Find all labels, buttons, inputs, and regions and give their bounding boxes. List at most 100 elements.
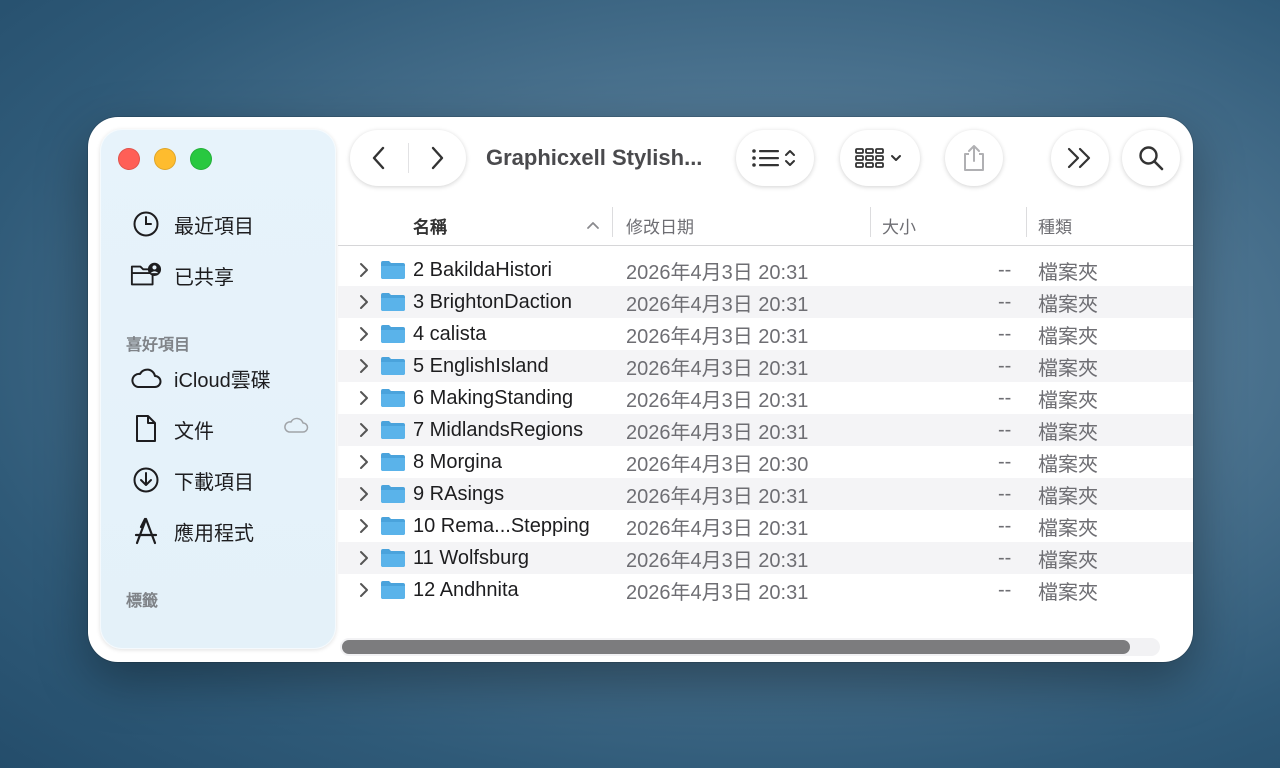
- shared-folder-icon: [130, 259, 162, 291]
- sort-ascending-icon: [587, 222, 599, 229]
- clock-icon: [130, 208, 162, 240]
- folder-icon: [380, 484, 406, 509]
- table-row[interactable]: 11 Wolfsburg 2026年4月3日 20:31 -- 檔案夾: [338, 542, 1193, 574]
- table-row[interactable]: 7 MidlandsRegions 2026年4月3日 20:31 -- 檔案夾: [338, 414, 1193, 446]
- share-icon: [964, 145, 984, 171]
- file-size: --: [998, 450, 1012, 473]
- document-icon: [130, 413, 162, 445]
- chevron-double-right-icon: [1067, 147, 1091, 169]
- cloud-icon: [130, 362, 162, 394]
- close-button[interactable]: [118, 148, 140, 170]
- file-size: --: [998, 354, 1012, 377]
- chevron-right-icon: [432, 146, 444, 170]
- file-size: --: [998, 482, 1012, 505]
- sidebar: 最近項目 已共享 喜好項目 iCloud雲碟 文件 下載項目 應用程式 標籤: [100, 129, 336, 649]
- sidebar-item-applications[interactable]: 應用程式: [130, 514, 254, 548]
- file-size: --: [998, 546, 1012, 569]
- file-name: 3 BrightonDaction: [413, 290, 572, 313]
- file-size: --: [998, 322, 1012, 345]
- file-kind: 檔案夾: [1038, 421, 1098, 444]
- window-title: Graphicxell Stylish...: [486, 145, 703, 170]
- minimize-button[interactable]: [154, 148, 176, 170]
- file-kind: 檔案夾: [1038, 261, 1098, 284]
- disclosure-chevron-icon[interactable]: [358, 261, 370, 284]
- group-by-button[interactable]: [840, 130, 920, 186]
- share-button[interactable]: [945, 130, 1003, 186]
- table-row[interactable]: 6 MakingStanding 2026年4月3日 20:31 -- 檔案夾: [338, 382, 1193, 414]
- file-modified: 2026年4月3日 20:31: [626, 325, 809, 348]
- column-kind[interactable]: 種類: [1038, 213, 1072, 238]
- horizontal-scrollbar[interactable]: [340, 638, 1160, 656]
- view-options-button[interactable]: [736, 130, 814, 186]
- forward-button[interactable]: [408, 145, 466, 171]
- tags-section-header: 標籤: [126, 593, 159, 610]
- file-size: --: [998, 418, 1012, 441]
- file-kind: 檔案夾: [1038, 485, 1098, 508]
- file-modified: 2026年4月3日 20:30: [626, 453, 809, 476]
- table-row[interactable]: 3 BrightonDaction 2026年4月3日 20:31 -- 檔案夾: [338, 286, 1193, 318]
- disclosure-chevron-icon[interactable]: [358, 453, 370, 476]
- disclosure-chevron-icon[interactable]: [358, 357, 370, 380]
- more-toolbar-button[interactable]: [1051, 130, 1109, 186]
- disclosure-chevron-icon[interactable]: [358, 389, 370, 412]
- sidebar-item-downloads[interactable]: 下載項目: [130, 463, 254, 497]
- disclosure-chevron-icon[interactable]: [358, 421, 370, 444]
- folder-icon: [380, 548, 406, 573]
- table-row[interactable]: 9 RAsings 2026年4月3日 20:31 -- 檔案夾: [338, 478, 1193, 510]
- file-modified: 2026年4月3日 20:31: [626, 517, 809, 540]
- folder-icon: [380, 580, 406, 605]
- file-name: 8 Morgina: [413, 450, 502, 473]
- disclosure-chevron-icon[interactable]: [358, 293, 370, 316]
- chevron-left-icon: [372, 146, 384, 170]
- table-row[interactable]: 5 EnglishIsland 2026年4月3日 20:31 -- 檔案夾: [338, 350, 1193, 382]
- table-row[interactable]: 4 calista 2026年4月3日 20:31 -- 檔案夾: [338, 318, 1193, 350]
- sidebar-item-recents[interactable]: 最近項目: [130, 207, 254, 241]
- file-size: --: [998, 514, 1012, 537]
- file-name: 11 Wolfsburg: [413, 546, 529, 569]
- column-size[interactable]: 大小: [882, 213, 916, 238]
- table-row[interactable]: 2 BakildaHistori 2026年4月3日 20:31 -- 檔案夾: [338, 254, 1193, 286]
- file-kind: 檔案夾: [1038, 581, 1098, 604]
- disclosure-chevron-icon[interactable]: [358, 485, 370, 508]
- file-name: 6 MakingStanding: [413, 386, 574, 409]
- file-modified: 2026年4月3日 20:31: [626, 549, 809, 572]
- search-button[interactable]: [1122, 130, 1180, 186]
- file-name: 7 MidlandsRegions: [413, 418, 584, 441]
- search-icon: [1139, 146, 1164, 171]
- sidebar-item-label: 下載項目: [174, 471, 254, 494]
- zoom-button[interactable]: [190, 148, 212, 170]
- scrollbar-thumb[interactable]: [342, 640, 1130, 654]
- column-name[interactable]: 名稱: [413, 213, 447, 238]
- column-modified[interactable]: 修改日期: [626, 213, 694, 238]
- sidebar-item-icloud[interactable]: iCloud雲碟: [130, 361, 271, 395]
- favorites-section-header: 喜好項目: [126, 337, 191, 354]
- finder-window: 最近項目 已共享 喜好項目 iCloud雲碟 文件 下載項目 應用程式 標籤 G…: [88, 117, 1193, 662]
- sidebar-item-shared[interactable]: 已共享: [130, 258, 234, 292]
- disclosure-chevron-icon[interactable]: [358, 549, 370, 572]
- file-kind: 檔案夾: [1038, 389, 1098, 412]
- table-row[interactable]: 12 Andhnita 2026年4月3日 20:31 -- 檔案夾: [338, 574, 1193, 606]
- file-kind: 檔案夾: [1038, 293, 1098, 316]
- icloud-status-icon: [282, 415, 310, 440]
- file-modified: 2026年4月3日 20:31: [626, 421, 809, 444]
- table-row[interactable]: 8 Morgina 2026年4月3日 20:30 -- 檔案夾: [338, 446, 1193, 478]
- list-view-icon: [752, 149, 795, 167]
- file-size: --: [998, 578, 1012, 601]
- sidebar-item-label: 應用程式: [174, 522, 254, 545]
- disclosure-chevron-icon[interactable]: [358, 581, 370, 604]
- file-kind: 檔案夾: [1038, 453, 1098, 476]
- folder-icon: [380, 420, 406, 445]
- disclosure-chevron-icon[interactable]: [358, 325, 370, 348]
- file-name: 2 BakildaHistori: [413, 258, 552, 281]
- column-header-bar: 名稱 修改日期 大小 種類: [338, 205, 1193, 246]
- back-button[interactable]: [350, 145, 408, 171]
- table-row[interactable]: 10 Rema...Stepping 2026年4月3日 20:31 -- 檔案夾: [338, 510, 1193, 542]
- disclosure-chevron-icon[interactable]: [358, 517, 370, 540]
- sidebar-item-label: iCloud雲碟: [174, 369, 271, 392]
- sidebar-item-documents[interactable]: 文件: [130, 412, 214, 446]
- applications-icon: [130, 515, 162, 547]
- folder-icon: [380, 452, 406, 477]
- file-modified: 2026年4月3日 20:31: [626, 389, 809, 412]
- sidebar-item-label: 已共享: [174, 266, 234, 289]
- sidebar-item-label: 文件: [174, 420, 214, 443]
